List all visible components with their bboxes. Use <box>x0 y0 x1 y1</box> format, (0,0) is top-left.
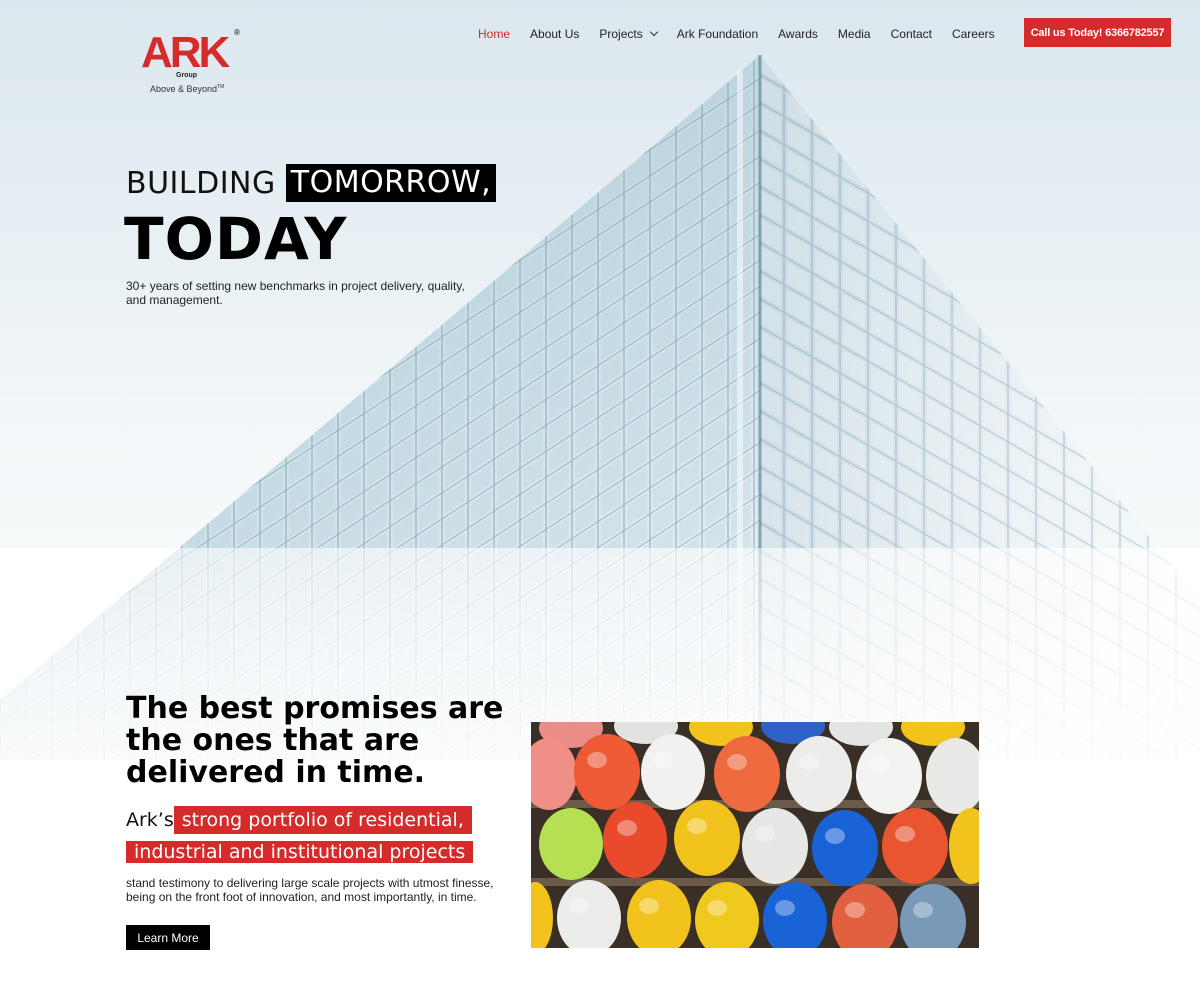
nav-media[interactable]: Media <box>838 27 871 41</box>
portfolio-line2: industrial and institutional projects <box>126 838 474 866</box>
call-us-button[interactable]: Call us Today! 6366782557 <box>1024 18 1171 47</box>
trademark-mark: TM <box>217 84 225 90</box>
nav-contact[interactable]: Contact <box>891 27 932 41</box>
hard-hats-illustration <box>531 722 979 948</box>
hero-heading-plain: BUILDING <box>126 165 276 201</box>
nav-careers[interactable]: Careers <box>952 27 995 41</box>
nav-projects-label: Projects <box>599 27 643 41</box>
ark-label: Ark’s <box>126 809 174 831</box>
portfolio-highlight-1: strong portfolio of residential, <box>173 806 472 834</box>
main-nav: Home About Us Projects Ark Foundation Aw… <box>468 24 1005 44</box>
logo-tagline: Above & BeyondTM <box>150 84 224 94</box>
promise-paragraph: stand testimony to delivering large scal… <box>126 876 494 904</box>
registered-mark: ® <box>234 28 240 37</box>
promise-heading: The best promises are the ones that are … <box>126 691 504 790</box>
nav-about-us[interactable]: About Us <box>530 27 579 41</box>
ark-group-logo[interactable]: ARK ® Group Above & BeyondTM <box>141 28 251 100</box>
logo-tagline-text: Above & Beyond <box>150 84 218 94</box>
portfolio-line1: Ark’s strong portfolio of residential, <box>126 806 472 834</box>
hero-heading-line2: TODAY <box>124 205 348 273</box>
nav-projects[interactable]: Projects <box>599 27 658 41</box>
nav-awards[interactable]: Awards <box>778 27 818 41</box>
logo-group-label: Group <box>176 72 197 79</box>
chevron-down-icon <box>649 27 658 37</box>
hero-subtitle: 30+ years of setting new benchmarks in p… <box>126 279 465 307</box>
hero-heading-highlight: TOMORROW, <box>285 164 497 202</box>
learn-more-button[interactable]: Learn More <box>126 925 210 950</box>
nav-ark-foundation[interactable]: Ark Foundation <box>677 27 758 41</box>
hard-hats-image <box>531 722 979 948</box>
nav-home[interactable]: Home <box>478 27 510 41</box>
logo-wordmark: ARK <box>141 28 230 77</box>
hero-heading-line1: BUILDING TOMORROW, <box>126 163 497 203</box>
portfolio-highlight-2: industrial and institutional projects <box>126 841 474 863</box>
